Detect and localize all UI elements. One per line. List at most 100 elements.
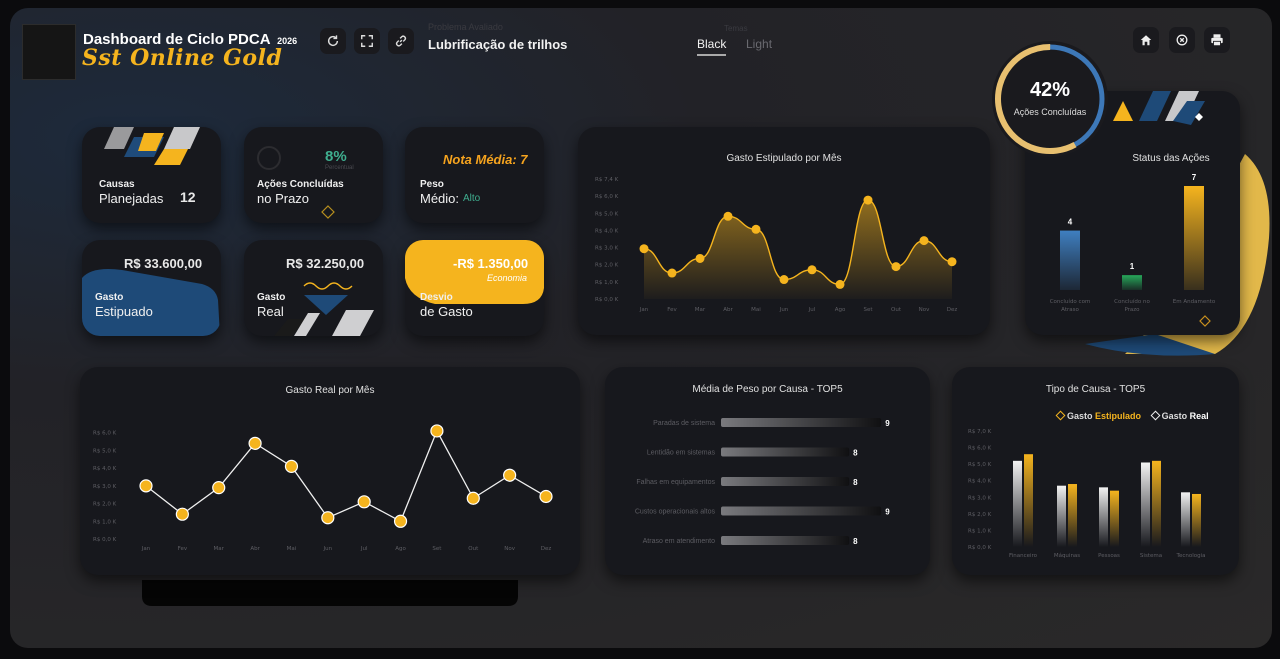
- est-x-tick-label: Jul: [808, 307, 816, 313]
- gasto-real-wave: [303, 282, 353, 290]
- status-x-label: Concluído no: [1114, 298, 1150, 305]
- est-x-tick-label: Dez: [947, 307, 958, 313]
- tipo-x-tick-label: Pessoas: [1098, 553, 1120, 559]
- status-bar-value: 1: [1130, 262, 1135, 271]
- est-point: [639, 244, 649, 254]
- est-point: [863, 195, 873, 205]
- real-point: [503, 468, 517, 482]
- desvio-label-1: Desvio: [420, 292, 453, 303]
- peso-category-label: Paradas de sistema: [653, 420, 715, 427]
- brand-subtitle: Sst Online Gold: [82, 45, 283, 71]
- real-point: [539, 489, 553, 504]
- print-button[interactable]: [1204, 27, 1230, 53]
- est-point: [891, 262, 901, 272]
- sync-button[interactable]: [1169, 27, 1195, 53]
- peso-level: Alto: [463, 193, 481, 204]
- tipo-causa-card: Tipo de Causa - TOP5 Gasto Estipulado Ga…: [952, 367, 1239, 575]
- est-y-tick-label: R$ 6,0 K: [595, 194, 619, 200]
- est-point: [723, 211, 733, 221]
- kpi-peso-card: Nota Média: 7 Peso Médio: Alto: [405, 127, 544, 223]
- real-x-tick-label: Mai: [287, 546, 297, 552]
- tipo-bar-real: [1141, 462, 1150, 547]
- tipo-bar-real: [1057, 485, 1066, 547]
- est-x-tick-label: Set: [863, 307, 873, 313]
- real-y-tick-label: R$ 1,0 K: [93, 519, 117, 525]
- status-diamond-icon: [1199, 315, 1211, 327]
- status-bar-value: 7: [1192, 173, 1197, 182]
- est-y-tick-label: R$ 2,0 K: [595, 263, 619, 269]
- real-x-tick-label: Jan: [141, 546, 151, 552]
- peso-category-label: Falhas em equipamentos: [636, 479, 715, 486]
- media-peso-chart: Paradas de sistema 9 Lentidão em sistemas 8…: [635, 418, 890, 546]
- gasto-real-value: R$ 32.250,00: [286, 256, 365, 271]
- theme-label: Temas: [724, 24, 748, 33]
- expand-icon: [361, 35, 373, 47]
- desvio-value: -R$ 1.350,00: [453, 256, 529, 271]
- real-point: [393, 514, 408, 528]
- kpi-gasto-est-card: R$ 33.600,00 Gasto Estipuado: [82, 240, 221, 336]
- print-icon: [1211, 34, 1223, 47]
- status-x-label: Em Andamento: [1173, 299, 1216, 305]
- real-x-tick-label: Set: [432, 546, 442, 552]
- est-x-tick-label: Jun: [779, 307, 789, 313]
- desvio-label-2: de Gasto: [420, 304, 473, 319]
- gasto-real-label-2: Real: [257, 304, 284, 319]
- link-button[interactable]: [388, 28, 414, 54]
- acoes-ring: [257, 146, 281, 170]
- tipo-bar-real: [1181, 492, 1190, 547]
- peso-bar-value: 9: [885, 508, 890, 517]
- tipo-y-tick-label: R$ 7,0 K: [968, 429, 992, 435]
- est-point: [779, 275, 789, 285]
- est-x-tick-label: Out: [891, 307, 902, 313]
- est-point: [751, 224, 761, 234]
- real-y-tick-label: R$ 2,0 K: [93, 502, 117, 508]
- est-x-tick-label: Fev: [667, 307, 677, 313]
- est-y-tick-label: R$ 7,4 K: [595, 177, 619, 183]
- gauge-value: 42%: [1029, 79, 1071, 101]
- theme-black-option[interactable]: Black: [697, 37, 727, 56]
- est-point: [667, 268, 677, 278]
- media-peso-card: Média de Peso por Causa - TOP5 Paradas d…: [605, 367, 930, 575]
- theme-light-option[interactable]: Light: [746, 37, 772, 51]
- real-point: [212, 481, 226, 495]
- real-point: [357, 495, 371, 509]
- est-x-tick-label: Nov: [919, 307, 930, 313]
- peso-bar: [721, 477, 850, 486]
- peso-category-label: Atraso em atendimento: [643, 538, 715, 545]
- gasto-est-label-1: Gasto: [95, 292, 124, 303]
- refresh-button[interactable]: [320, 28, 346, 54]
- kpi-acoes-card: 8% Percentual Ações Concluídas no Prazo: [244, 127, 383, 223]
- peso-category-label: Custos operacionais altos: [635, 509, 716, 516]
- status-bar: [1184, 186, 1204, 290]
- home-button[interactable]: [1133, 27, 1159, 53]
- real-point: [175, 507, 189, 521]
- est-point: [807, 265, 817, 275]
- expand-button[interactable]: [354, 28, 380, 54]
- status-x-label: Concluído com: [1050, 298, 1091, 305]
- problem-value: Lubrificação de trilhos: [428, 37, 568, 52]
- est-area: [644, 200, 952, 299]
- gasto-real-chart: R$ 0,0 K R$ 1,0 K R$ 2,0 K R$ 3,0 K R$ 4,0 K…: [93, 424, 553, 552]
- real-point: [139, 479, 153, 493]
- est-y-tick-label: R$ 5,0 K: [595, 211, 619, 217]
- acoes-pct-label: Percentual: [325, 165, 354, 171]
- gasto-est-value: R$ 33.600,00: [124, 256, 203, 271]
- status-bar: [1060, 230, 1080, 290]
- acoes-concluidas-gauge: 42% Ações Concluídas: [992, 41, 1108, 157]
- est-y-tick-label: R$ 4,0 K: [595, 228, 619, 234]
- tipo-bar-estipulado: [1192, 493, 1201, 547]
- tipo-bar-real: [1013, 460, 1022, 547]
- causas-label-1: Causas: [99, 179, 135, 190]
- real-y-tick-label: R$ 5,0 K: [93, 448, 117, 454]
- kpi-gasto-real-card: R$ 32.250,00 Gasto Real: [244, 240, 383, 336]
- est-x-tick-label: Abr: [723, 307, 733, 313]
- est-point: [947, 257, 957, 267]
- home-icon: [1140, 35, 1152, 46]
- status-x-label: Prazo: [1124, 307, 1140, 313]
- real-y-tick-label: R$ 0,0 K: [93, 537, 117, 543]
- real-point: [248, 436, 262, 450]
- real-x-tick-label: Fev: [178, 546, 188, 552]
- causas-value: 12: [180, 189, 196, 205]
- real-point: [430, 424, 444, 438]
- real-x-tick-label: Out: [468, 546, 479, 552]
